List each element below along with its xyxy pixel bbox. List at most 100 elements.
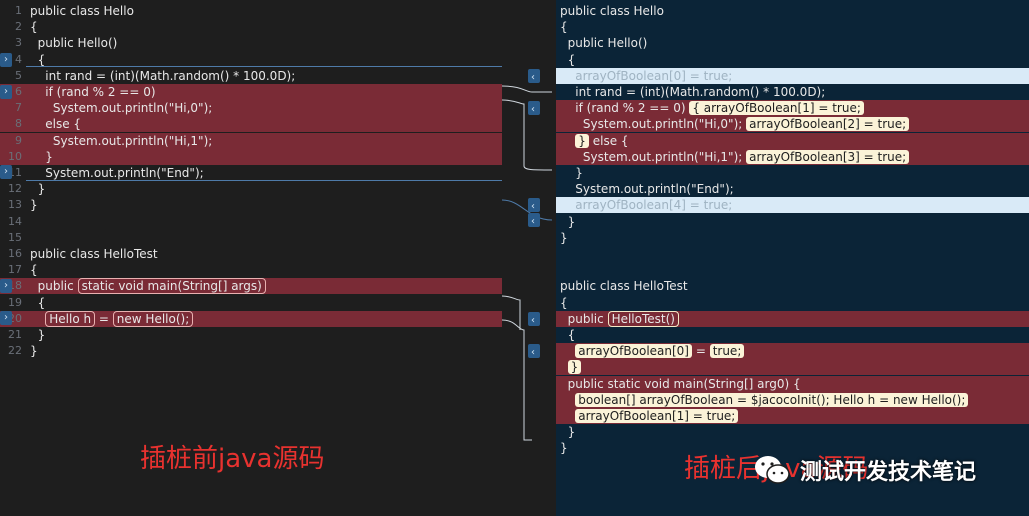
code-line: 8 System.out.println("Hi,0"); arrayOfBoo… (556, 116, 1029, 133)
line-number: 19 (8, 295, 22, 309)
line-number: 7 (15, 101, 22, 115)
line-number: 15 (8, 230, 22, 244)
code-line: 25 boolean[] arrayOfBoolean = $jacocoIni… (556, 391, 1029, 408)
highlighted-token: static void main(String[] args) (77, 278, 266, 295)
code-line: 20 public HelloTest() (556, 310, 1029, 327)
diff-arrow-icon[interactable]: › (0, 85, 12, 99)
inserted-probe: arrayOfBoolean[1] = true; (575, 409, 739, 423)
line-number: 16 (8, 247, 22, 260)
code-line: 8 else { (0, 116, 502, 133)
original-source-pane: 1 public class Hello 2{3 public Hello() 4 {… (0, 0, 502, 516)
code-line: 14 (0, 214, 502, 230)
highlighted-token: Hello h (45, 310, 96, 327)
code-text: Hello h = new Hello(); (30, 310, 194, 327)
svg-text:‹: ‹ (531, 216, 535, 227)
line-number: 5 (15, 68, 22, 82)
code-line: 17 (556, 262, 1029, 278)
code-text: public class HelloTest (560, 279, 688, 294)
code-line: 19 { (0, 295, 502, 311)
line-number: 2 (15, 20, 22, 34)
code-line: 15} (556, 230, 1029, 246)
watermark: 测试开发技术笔记 (752, 448, 1012, 492)
code-text: System.out.println("Hi,1"); arrayOfBoole… (560, 149, 910, 165)
code-line: 19{ (556, 295, 1029, 311)
line-number: 1 (15, 4, 22, 17)
wechat-icon (752, 450, 792, 490)
code-text: if (rand % 2 == 0) { arrayOfBoolean[1] =… (560, 100, 864, 116)
watermark-text: 测试开发技术笔记 (800, 460, 977, 485)
svg-text:‹: ‹ (531, 72, 535, 83)
highlighted-token: } (567, 360, 582, 375)
code-line: 26 arrayOfBoolean[1] = true; (556, 408, 1029, 424)
code-line: 12 System.out.println("End"); (556, 181, 1029, 197)
code-text: else { (30, 117, 82, 132)
code-line: 5 arrayOfBoolean[0] = true; (556, 67, 1029, 84)
code-text: int rand = (int)(Math.random() * 100.0D)… (560, 85, 826, 99)
code-text: public class HelloTest (30, 247, 158, 261)
line-number: 14 (8, 214, 22, 228)
line-number: 8 (15, 117, 22, 131)
line-number: 10 (8, 149, 22, 163)
code-line: 10 } (0, 148, 502, 165)
code-text: } (560, 230, 568, 245)
code-text: public class Hello (560, 4, 664, 18)
code-text: { (30, 263, 38, 278)
svg-text:‹: ‹ (531, 347, 535, 358)
code-line: 7 if (rand % 2 == 0) { arrayOfBoolean[1]… (556, 100, 1029, 117)
code-line: 18public class HelloTest (556, 278, 1029, 294)
code-text: System.out.println("End"); (30, 166, 204, 180)
code-line: 23 } (556, 359, 1029, 376)
code-line: 15 (0, 230, 502, 246)
inserted-probe: boolean[] arrayOfBoolean = $jacocoInit()… (575, 392, 969, 407)
code-text: } (30, 344, 38, 359)
code-text: System.out.println("Hi,0"); (30, 101, 213, 116)
code-text: public static void main(String[] args) (30, 278, 266, 295)
code-text: } (560, 441, 568, 456)
code-line: 2{ (556, 19, 1029, 35)
highlighted-token: HelloTest() (607, 310, 679, 327)
code-line: 6 int rand = (int)(Math.random() * 100.0… (556, 84, 1029, 100)
diff-arrow-icon[interactable]: › (0, 279, 12, 293)
code-line: 4 { (556, 52, 1029, 68)
code-line: 3 public Hello() (0, 35, 502, 51)
diff-arrow-icon[interactable]: › (0, 311, 12, 325)
code-text: arrayOfBoolean[0] = true; (560, 343, 745, 359)
code-line: 9 } else { (556, 132, 1029, 149)
code-text: boolean[] arrayOfBoolean = $jacocoInit()… (560, 392, 969, 408)
code-text: System.out.println("End"); (560, 182, 734, 197)
line-number: 3 (15, 36, 22, 50)
diff-arrow-icon[interactable]: › (0, 53, 12, 67)
code-text: { (560, 52, 576, 67)
code-text: if (rand % 2 == 0) (30, 85, 156, 99)
code-text: } else { (560, 133, 629, 149)
code-text: } (30, 149, 53, 164)
instrumented-source-pane: 1public class Hello2{3 public Hello()4 {… (556, 0, 1029, 516)
code-text: { (30, 295, 46, 310)
code-line: 21 { (556, 327, 1029, 343)
svg-text:‹: ‹ (531, 201, 535, 212)
highlighted-token: arrayOfBoolean[2] = true; (746, 117, 910, 132)
svg-text:‹: ‹ (531, 104, 535, 115)
code-text: { (30, 20, 38, 35)
code-text: } (30, 182, 46, 197)
line-number: 9 (15, 133, 22, 147)
highlighted-token: arrayOfBoolean[3] = true; (746, 149, 910, 164)
code-line: 13 arrayOfBoolean[4] = true; (556, 197, 1029, 214)
code-line: 1public class Hello (0, 3, 502, 19)
code-text: arrayOfBoolean[0] = true; (560, 68, 733, 83)
code-line: 7 System.out.println("Hi,0"); (0, 100, 502, 117)
code-line: 5 int rand = (int)(Math.random() * 100.0… (0, 68, 502, 84)
diff-connectors: ‹ ‹ ‹ ‹ ‹ ‹ (502, 69, 553, 441)
code-text: arrayOfBoolean[4] = true; (560, 198, 733, 213)
code-line: 16 public class HelloTest (0, 246, 502, 262)
code-line: 10 System.out.println("Hi,1"); arrayOfBo… (556, 148, 1029, 165)
code-line: 1public class Hello (556, 3, 1029, 19)
diff-arrow-icon[interactable]: › (0, 165, 12, 179)
diff-separator (26, 180, 502, 181)
code-text: } (560, 425, 576, 440)
line-number: 22 (8, 344, 22, 358)
highlighted-token: { arrayOfBoolean[1] = true; (689, 101, 864, 116)
code-line: 11 } (556, 165, 1029, 181)
code-line: 22} (0, 343, 502, 359)
code-text: } (30, 198, 38, 213)
